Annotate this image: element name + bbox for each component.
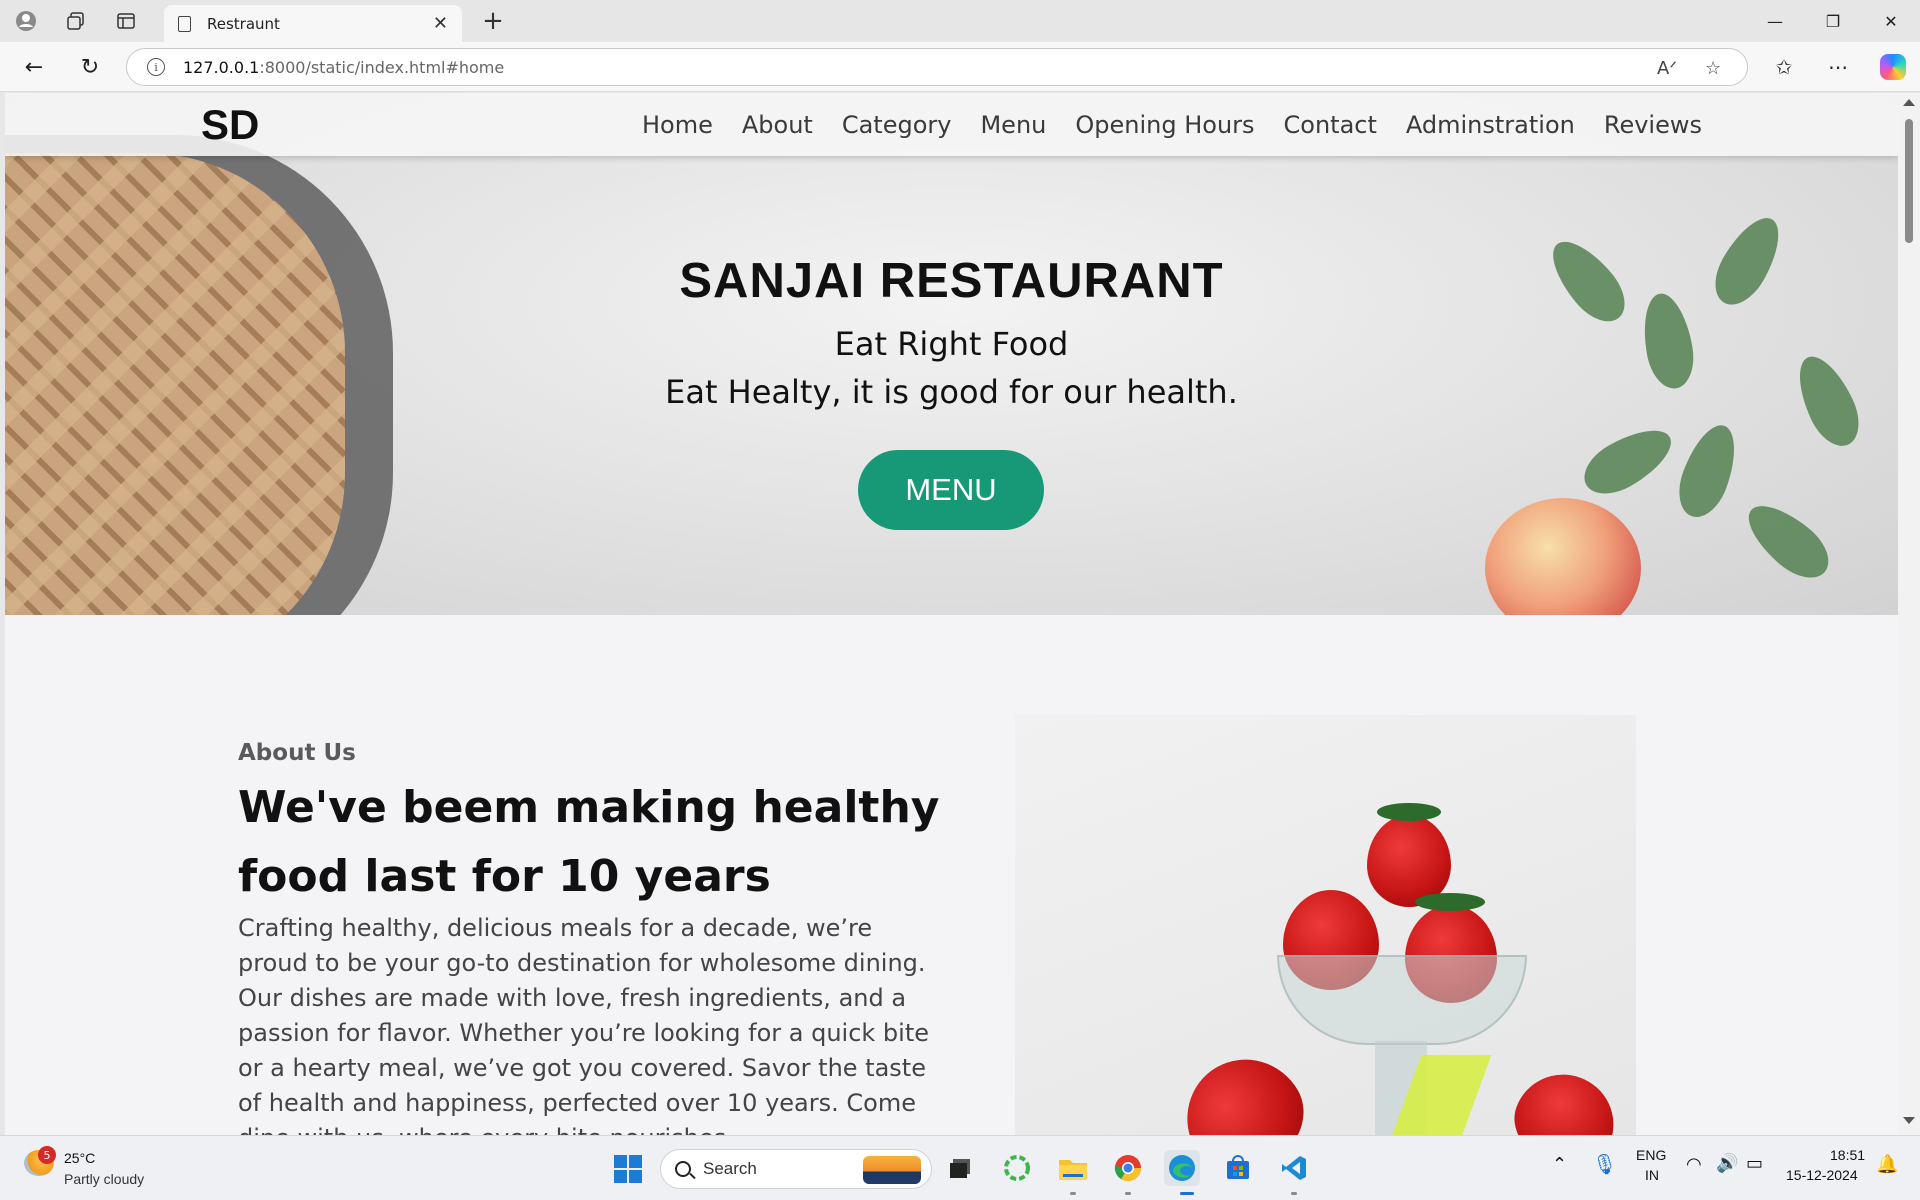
back-icon[interactable]: ← [18, 53, 50, 81]
nav-links: Home About Category Menu Opening Hours C… [613, 93, 1702, 156]
scrollbar-thumb[interactable] [1905, 119, 1913, 243]
region-indicator[interactable]: IN [1645, 1167, 1659, 1183]
edge-icon[interactable] [1164, 1150, 1200, 1186]
url-host: 127.0.0.1 [183, 57, 260, 77]
profile-icon[interactable] [12, 8, 40, 34]
more-options-icon[interactable]: ⋯ [1822, 53, 1854, 81]
nav-reviews[interactable]: Reviews [1604, 111, 1702, 139]
weather-description[interactable]: Partly cloudy [64, 1171, 144, 1187]
nav-contact[interactable]: Contact [1284, 111, 1377, 139]
site-navbar: SD Home About Category Menu Opening Hour… [5, 93, 1898, 156]
store-icon[interactable] [1220, 1150, 1256, 1186]
scroll-down-icon[interactable] [1903, 1117, 1915, 1124]
clock-date[interactable]: 15-12-2024 [1786, 1167, 1858, 1183]
nav-home[interactable]: Home [642, 111, 713, 139]
close-icon[interactable]: ✕ [1868, 8, 1914, 34]
browser-tab-bar: Restraunt ✕ + — ❐ ✕ [0, 0, 1920, 42]
site-logo[interactable]: SD [201, 101, 259, 149]
favorite-star-icon[interactable]: ☆ [1705, 49, 1721, 87]
wifi-icon[interactable]: ◠ [1686, 1154, 1702, 1175]
nav-category[interactable]: Category [842, 111, 952, 139]
search-icon [675, 1161, 691, 1177]
tab-close-icon[interactable]: ✕ [433, 13, 448, 34]
workspaces-icon[interactable] [62, 8, 90, 34]
url-path: :8000/static/index.html#home [259, 57, 505, 77]
page-scrollbar[interactable] [1898, 93, 1920, 1135]
task-view-icon[interactable] [942, 1150, 978, 1186]
tab-title: Restraunt [207, 14, 280, 33]
microphone-icon[interactable]: 🎙 [1592, 1152, 1617, 1177]
show-hidden-icons-icon[interactable]: ⌃ [1552, 1154, 1567, 1175]
browser-tab[interactable]: Restraunt ✕ [164, 5, 462, 42]
hero-tagline: Eat Healty, it is good for our health. [665, 373, 1238, 411]
language-indicator[interactable]: ENG [1636, 1147, 1666, 1163]
chrome-icon[interactable] [1110, 1150, 1146, 1186]
nav-about[interactable]: About [742, 111, 813, 139]
tab-actions-icon[interactable] [112, 8, 140, 34]
nav-administration[interactable]: Adminstration [1406, 111, 1575, 139]
minimize-icon[interactable]: — [1752, 8, 1798, 34]
search-highlight-image [863, 1156, 921, 1184]
nav-opening-hours[interactable]: Opening Hours [1075, 111, 1254, 139]
page-viewport: SANJAI RESTAURANT Eat Right Food Eat Hea… [5, 93, 1898, 1135]
battery-icon[interactable]: ▭ [1746, 1153, 1763, 1174]
strawberries-image [1015, 715, 1636, 1135]
new-tab-icon[interactable]: + [478, 6, 508, 36]
weather-temperature[interactable]: 25°C [64, 1150, 95, 1166]
page-icon [178, 15, 191, 32]
apple-image [1485, 498, 1641, 615]
hero-title: SANJAI RESTAURANT [679, 254, 1224, 308]
clock-time[interactable]: 18:51 [1830, 1147, 1865, 1163]
nav-menu[interactable]: Menu [980, 111, 1046, 139]
scroll-up-icon[interactable] [1903, 99, 1915, 106]
vscode-icon[interactable] [1276, 1150, 1312, 1186]
read-aloud-icon[interactable]: Aᐟ [1657, 49, 1677, 87]
menu-button[interactable]: MENU [858, 450, 1044, 530]
notification-bell-icon[interactable]: 🔔 [1876, 1154, 1898, 1175]
about-body: Crafting healthy, delicious meals for a … [238, 914, 930, 1135]
volume-icon[interactable]: 🔊 [1716, 1153, 1738, 1174]
taskbar-search[interactable]: Search [660, 1149, 932, 1189]
start-icon[interactable] [614, 1155, 642, 1183]
copilot-icon[interactable] [1880, 54, 1906, 80]
about-heading: We've beem making healthy food last for … [238, 782, 940, 902]
hero-section: SANJAI RESTAURANT Eat Right Food Eat Hea… [5, 93, 1898, 615]
windows-taskbar: 5 25°C Partly cloudy Search ⌃ 🎙 ENG IN ◠… [0, 1135, 1920, 1200]
search-placeholder: Search [703, 1159, 757, 1178]
refresh-icon[interactable]: ↻ [74, 53, 106, 81]
hero-subtitle: Eat Right Food [834, 325, 1069, 363]
favorites-icon[interactable]: ✩ [1768, 53, 1800, 81]
about-label: About Us [238, 740, 356, 766]
file-explorer-icon[interactable] [1055, 1150, 1091, 1186]
site-info-icon[interactable]: i [147, 58, 165, 76]
loading-app-icon[interactable] [999, 1150, 1035, 1186]
weather-badge: 5 [38, 1146, 56, 1164]
restore-icon[interactable]: ❐ [1810, 8, 1856, 34]
address-bar[interactable]: i 127.0.0.1:8000/static/index.html#home … [126, 48, 1748, 86]
address-bar-row: ← ↻ i 127.0.0.1:8000/static/index.html#h… [0, 42, 1920, 92]
